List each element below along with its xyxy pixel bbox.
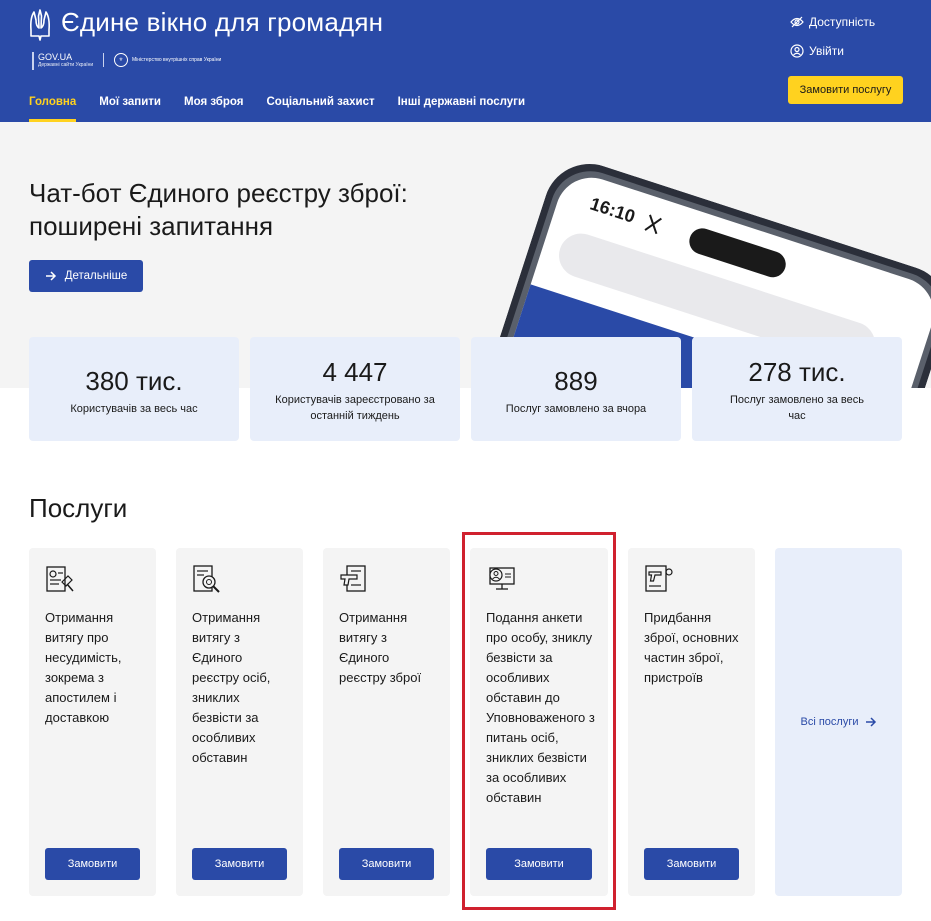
login-link[interactable]: Увійти <box>790 44 844 58</box>
service-text: Отримання витягу з Єдиного реєстру осіб,… <box>192 610 271 765</box>
details-button[interactable]: Детальніше <box>29 260 143 292</box>
service-card-weapon-purchase[interactable]: Придбання зброї, основних частин зброї, … <box>628 548 755 896</box>
service-text: Придбання зброї, основних частин зброї, … <box>644 610 739 685</box>
nav-item-home[interactable]: Головна <box>29 96 77 122</box>
all-services-label: Всі послуги <box>800 716 859 728</box>
stat-label: Користувачів зареєстровано за останній т… <box>275 394 435 422</box>
hero-title-line-1: Чат-бот Єдиного реєстру зброї: <box>29 178 408 208</box>
stat-card-users-total: 380 тис. Користувачів за весь час <box>29 337 239 441</box>
stat-card-users-week: 4 447 Користувачів зареєстровано за оста… <box>250 337 460 441</box>
site-header: Єдине вікно для громадян GOV.UA Державні… <box>0 0 931 122</box>
order-button[interactable]: Замовити <box>192 848 287 880</box>
stat-label: Послуг замовлено за вчора <box>505 403 647 415</box>
service-text: Отримання витягу про несудимість, зокрем… <box>45 610 122 725</box>
hero-title-line-2: поширені запитання <box>29 211 274 241</box>
order-button[interactable]: Замовити <box>339 848 434 880</box>
user-icon <box>790 44 804 58</box>
pistol-document-icon <box>645 565 673 592</box>
order-service-button[interactable]: Замовити послугу <box>788 76 903 104</box>
trident-logo-icon[interactable] <box>28 8 52 42</box>
eye-off-icon <box>790 16 804 28</box>
ministry-logo[interactable]: ⚜ Міністерство внутрішніх справ України <box>103 53 222 67</box>
govua-divider <box>32 52 34 70</box>
arrow-right-icon <box>45 271 56 281</box>
certificate-stamp-icon <box>46 566 74 592</box>
service-card-weapon-registry-extract[interactable]: Отримання витягу з Єдиного реєстру зброї… <box>323 548 450 896</box>
weapon-document-icon <box>340 565 366 592</box>
stat-label: Користувачів за весь час <box>70 403 198 415</box>
service-text: Отримання витягу з Єдиного реєстру зброї <box>339 610 422 685</box>
stat-value: 4 447 <box>322 357 388 387</box>
nav-item-social-protection[interactable]: Соціальний захист <box>267 96 375 122</box>
ministry-divider <box>103 53 104 67</box>
ministry-name: Міністерство внутрішніх справ України <box>132 56 222 63</box>
stat-card-services-yesterday: 889 Послуг замовлено за вчора <box>471 337 681 441</box>
arrow-right-icon <box>865 717 876 727</box>
stat-card-services-total: 278 тис. Послуг замовлено за весь час <box>692 337 902 441</box>
stat-label: Послуг замовлено за весь час <box>729 394 864 422</box>
site-title[interactable]: Єдине вікно для громадян <box>61 7 383 38</box>
document-search-icon <box>193 565 220 593</box>
govua-title: GOV.UA <box>38 52 73 62</box>
accessibility-link[interactable]: Доступність <box>790 15 875 29</box>
services-title: Послуги <box>29 493 128 523</box>
login-label: Увійти <box>809 44 844 58</box>
govua-subtitle: Державні сайти України <box>38 62 94 68</box>
order-button[interactable]: Замовити <box>644 848 739 880</box>
nav-item-my-requests[interactable]: Мої запити <box>99 96 161 122</box>
all-services-link[interactable]: Всі послуги <box>775 548 902 896</box>
nav-item-other-services[interactable]: Інші державні послуги <box>398 96 525 122</box>
stat-value: 278 тис. <box>748 357 846 387</box>
main-nav: Головна Мої запити Моя зброя Соціальний … <box>29 96 548 122</box>
govua-logo[interactable]: GOV.UA Державні сайти України <box>32 52 93 70</box>
service-card-criminal-record[interactable]: Отримання витягу про несудимість, зокрем… <box>29 548 156 896</box>
ministry-emblem-icon: ⚜ <box>114 53 128 67</box>
highlight-frame <box>462 532 616 910</box>
hero-title: Чат-бот Єдиного реєстру зброї: поширені … <box>29 177 408 243</box>
details-button-label: Детальніше <box>64 270 128 282</box>
stat-value: 889 <box>554 366 598 396</box>
service-card-missing-persons-extract[interactable]: Отримання витягу з Єдиного реєстру осіб,… <box>176 548 303 896</box>
stat-value: 380 тис. <box>85 366 183 396</box>
accessibility-label: Доступність <box>809 15 876 29</box>
nav-item-my-weapon[interactable]: Моя зброя <box>184 96 244 122</box>
order-button[interactable]: Замовити <box>45 848 140 880</box>
